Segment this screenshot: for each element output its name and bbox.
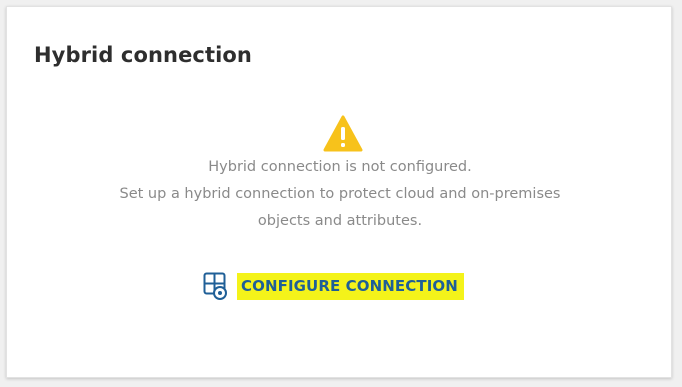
status-line-1: Hybrid connection is not configured. — [208, 159, 472, 175]
status-line-3: objects and attributes. — [257, 213, 423, 229]
warning-icon — [323, 115, 363, 152]
status-message: Hybrid connection is not configured. Set… — [7, 154, 673, 235]
configure-connection-label: CONFIGURE CONNECTION — [237, 272, 464, 300]
configure-connection-icon — [203, 272, 227, 300]
hybrid-connection-card: Hybrid connection Hybrid connection is n… — [6, 6, 672, 378]
status-line-2: Set up a hybrid connection to protect cl… — [119, 186, 561, 202]
configure-connection-link[interactable]: CONFIGURE CONNECTION — [203, 269, 464, 303]
card-title: Hybrid connection — [34, 43, 252, 67]
